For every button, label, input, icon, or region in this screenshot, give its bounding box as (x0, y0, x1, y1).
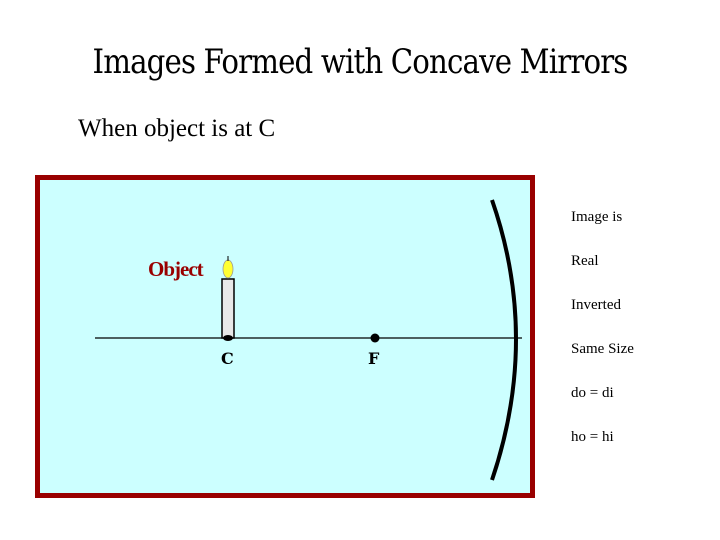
focal-point-dot (370, 333, 380, 343)
property-item: Real (571, 253, 599, 269)
property-item: do = di (571, 385, 614, 401)
candle-flame-icon (222, 259, 234, 279)
property-item: Same Size (571, 341, 634, 357)
property-item: Inverted (571, 297, 621, 313)
image-properties-list: Image is Real Inverted Same Size do = di… (571, 205, 634, 469)
concave-mirror (490, 199, 518, 481)
point-f-label: F (368, 349, 380, 368)
point-c-label: C (221, 349, 234, 368)
object-label: Object (148, 257, 204, 281)
candle-body (221, 278, 235, 339)
property-item: ho = hi (571, 429, 614, 445)
mirror-diagram: Object C F (35, 175, 535, 498)
slide-title: Images Formed with Concave Mirrors (92, 42, 629, 82)
candle-base (223, 335, 233, 341)
property-item: Image is (571, 209, 623, 225)
slide-subtitle: When object is at C (78, 115, 276, 142)
